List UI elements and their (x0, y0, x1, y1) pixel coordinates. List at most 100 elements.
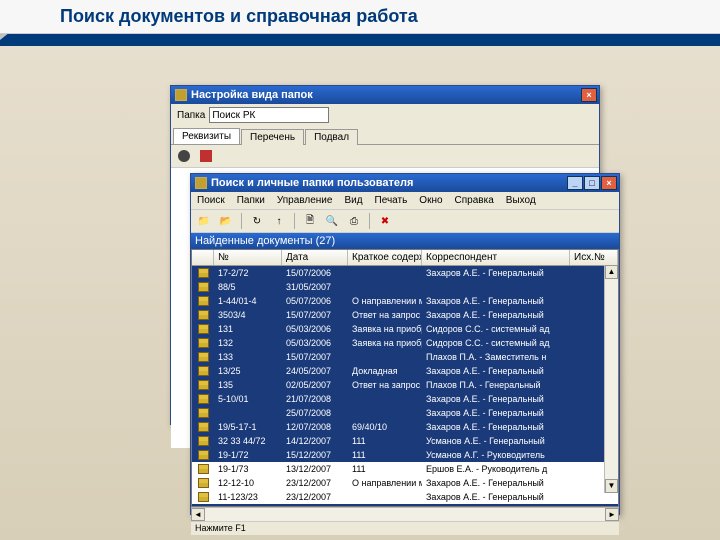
cell-date: 05/07/2006 (282, 296, 348, 306)
menu-pechat[interactable]: Печать (373, 194, 410, 207)
scroll-track[interactable] (205, 508, 605, 521)
table-row[interactable]: 32 33 44/7214/12/2007111Усманов А.Е. - Г… (192, 434, 618, 448)
col-who[interactable]: Корреспондент (422, 250, 570, 265)
cell-num: 1-44/01-4 (214, 296, 282, 306)
table-row[interactable]: 12-12-1023/12/2007О направлении материал… (192, 476, 618, 490)
table-row[interactable]: 13205/03/2006Заявка на приобретениеСидор… (192, 336, 618, 350)
cell-who: Сидоров С.С. - системный ад (422, 324, 570, 334)
tab-perechen[interactable]: Перечень (241, 129, 304, 145)
cell-desc: О направлении материалов (348, 296, 422, 306)
cell-desc: 111 (348, 464, 422, 474)
tool-doc[interactable]: 🗎 (301, 212, 319, 230)
tool-color[interactable] (197, 147, 215, 165)
cell-num: 135 (214, 380, 282, 390)
window-title: Поиск и личные папки пользователя (211, 177, 567, 189)
titlebar-search[interactable]: Поиск и личные папки пользователя _ □ × (191, 174, 619, 192)
doc-card-icon (198, 352, 209, 362)
tool-folder[interactable]: 📁 (195, 212, 213, 230)
table-row[interactable]: 13/2524/05/2007ДокладнаяЗахаров А.Е. - Г… (192, 364, 618, 378)
table-row[interactable]: 5-10/0121/07/2008Захаров А.Е. - Генераль… (192, 392, 618, 406)
col-num[interactable]: № (214, 250, 282, 265)
menu-okno[interactable]: Окно (417, 194, 444, 207)
status-bar: Нажмите F1 (191, 521, 619, 535)
table-row[interactable]: 3503/415/07/2007Ответ на запрос из Минсв… (192, 308, 618, 322)
menu-spravka[interactable]: Справка (453, 194, 496, 207)
tool-delete[interactable]: ✖ (376, 212, 394, 230)
doc-card-icon (198, 268, 209, 278)
table-row[interactable]: 25/07/2008Захаров А.Е. - Генеральный (192, 406, 618, 420)
cell-date: 23/12/2007 (282, 492, 348, 502)
row-icon (192, 380, 214, 390)
tool-folder-open[interactable]: 📂 (217, 212, 235, 230)
table-row[interactable]: 13105/03/2006Заявка на приобретениеСидор… (192, 322, 618, 336)
maximize-button[interactable]: □ (584, 176, 600, 190)
print-icon: ⎙ (350, 216, 358, 227)
delete-icon: ✖ (381, 216, 389, 227)
tab-rekvizity[interactable]: Реквизиты (173, 128, 240, 144)
tool-print[interactable]: ⎙ (345, 212, 363, 230)
table-row[interactable]: 19-1/7215/12/2007111Усманов А.Г. - Руков… (192, 448, 618, 462)
form-row-folder: Папка (171, 104, 599, 126)
doc-card-icon (198, 310, 209, 320)
cell-num: 13/25 (214, 366, 282, 376)
row-icon (192, 296, 214, 306)
doc-card-icon (198, 338, 209, 348)
menu-papki[interactable]: Папки (235, 194, 267, 207)
tool-find[interactable]: 🔍 (323, 212, 341, 230)
folder-input[interactable] (209, 107, 329, 123)
menu-upravlenie[interactable]: Управление (275, 194, 335, 207)
separator (294, 213, 295, 229)
cell-who: Захаров А.Е. - Генеральный (422, 268, 570, 278)
cell-desc: Заявка на приобретение (348, 324, 422, 334)
table-row[interactable]: 88/531/05/2007 (192, 280, 618, 294)
table-row[interactable]: 19-1/7313/12/2007111Ершов Е.А. - Руковод… (192, 462, 618, 476)
row-icon (192, 436, 214, 446)
close-button[interactable]: × (581, 88, 597, 102)
cell-who: Захаров А.Е. - Генеральный (422, 422, 570, 432)
scrollbar-vertical[interactable]: ▲ ▼ (604, 265, 618, 493)
inner-titlebar: Найденные документы (27) (191, 233, 619, 249)
col-date[interactable]: Дата (282, 250, 348, 265)
menu-vid[interactable]: Вид (342, 194, 364, 207)
app-icon (175, 89, 187, 101)
cell-who: Усманов А.Е. - Генеральный (422, 436, 570, 446)
scroll-track[interactable] (605, 279, 618, 479)
scroll-left-icon[interactable]: ◄ (191, 508, 205, 521)
table-row[interactable]: 13315/07/2007Плахов П.А. - Заместитель н (192, 350, 618, 364)
row-icon (192, 366, 214, 376)
menu-bar: Поиск Папки Управление Вид Печать Окно С… (191, 192, 619, 210)
minimize-button[interactable]: _ (567, 176, 583, 190)
tool-bullet[interactable] (175, 147, 193, 165)
table-row[interactable]: 1-44/01-405/07/2006О направлении материа… (192, 294, 618, 308)
scroll-up-icon[interactable]: ▲ (605, 265, 618, 279)
close-button[interactable]: × (601, 176, 617, 190)
page-title: Поиск документов и справочная работа (0, 0, 720, 34)
cell-date: 15/07/2007 (282, 352, 348, 362)
table-row[interactable]: 19/5-17-112/07/200869/40/10Захаров А.Е. … (192, 420, 618, 434)
menu-vyhod[interactable]: Выход (504, 194, 538, 207)
row-icon (192, 352, 214, 362)
cell-num: 88/5 (214, 282, 282, 292)
row-icon (192, 310, 214, 320)
col-ishno[interactable]: Исх.№ (570, 250, 618, 265)
table-row[interactable]: 11-123/2323/12/2007Захаров А.Е. - Генера… (192, 490, 618, 504)
menu-poisk[interactable]: Поиск (195, 194, 227, 207)
tool-refresh[interactable]: ↻ (248, 212, 266, 230)
table-row[interactable]: 13502/05/2007Ответ на запросПлахов П.А. … (192, 378, 618, 392)
titlebar-folder-settings[interactable]: Настройка вида папок × (171, 86, 599, 104)
tab-podval[interactable]: Подвал (305, 129, 358, 145)
col-desc[interactable]: Краткое содержание (348, 250, 422, 265)
cell-who: Сидоров С.С. - системный ад (422, 338, 570, 348)
doc-card-icon (198, 366, 209, 376)
table-row[interactable]: 17-2/7215/07/2006Захаров А.Е. - Генераль… (192, 266, 618, 280)
scroll-down-icon[interactable]: ▼ (605, 479, 618, 493)
row-icon (192, 492, 214, 502)
app-icon (195, 177, 207, 189)
cell-who: Плахов П.А. - Генеральный (422, 380, 570, 390)
row-icon (192, 450, 214, 460)
row-icon (192, 268, 214, 278)
scrollbar-horizontal[interactable]: ◄ ► (191, 507, 619, 521)
scroll-right-icon[interactable]: ► (605, 508, 619, 521)
col-icon[interactable] (192, 250, 214, 265)
tool-up[interactable]: ↑ (270, 212, 288, 230)
